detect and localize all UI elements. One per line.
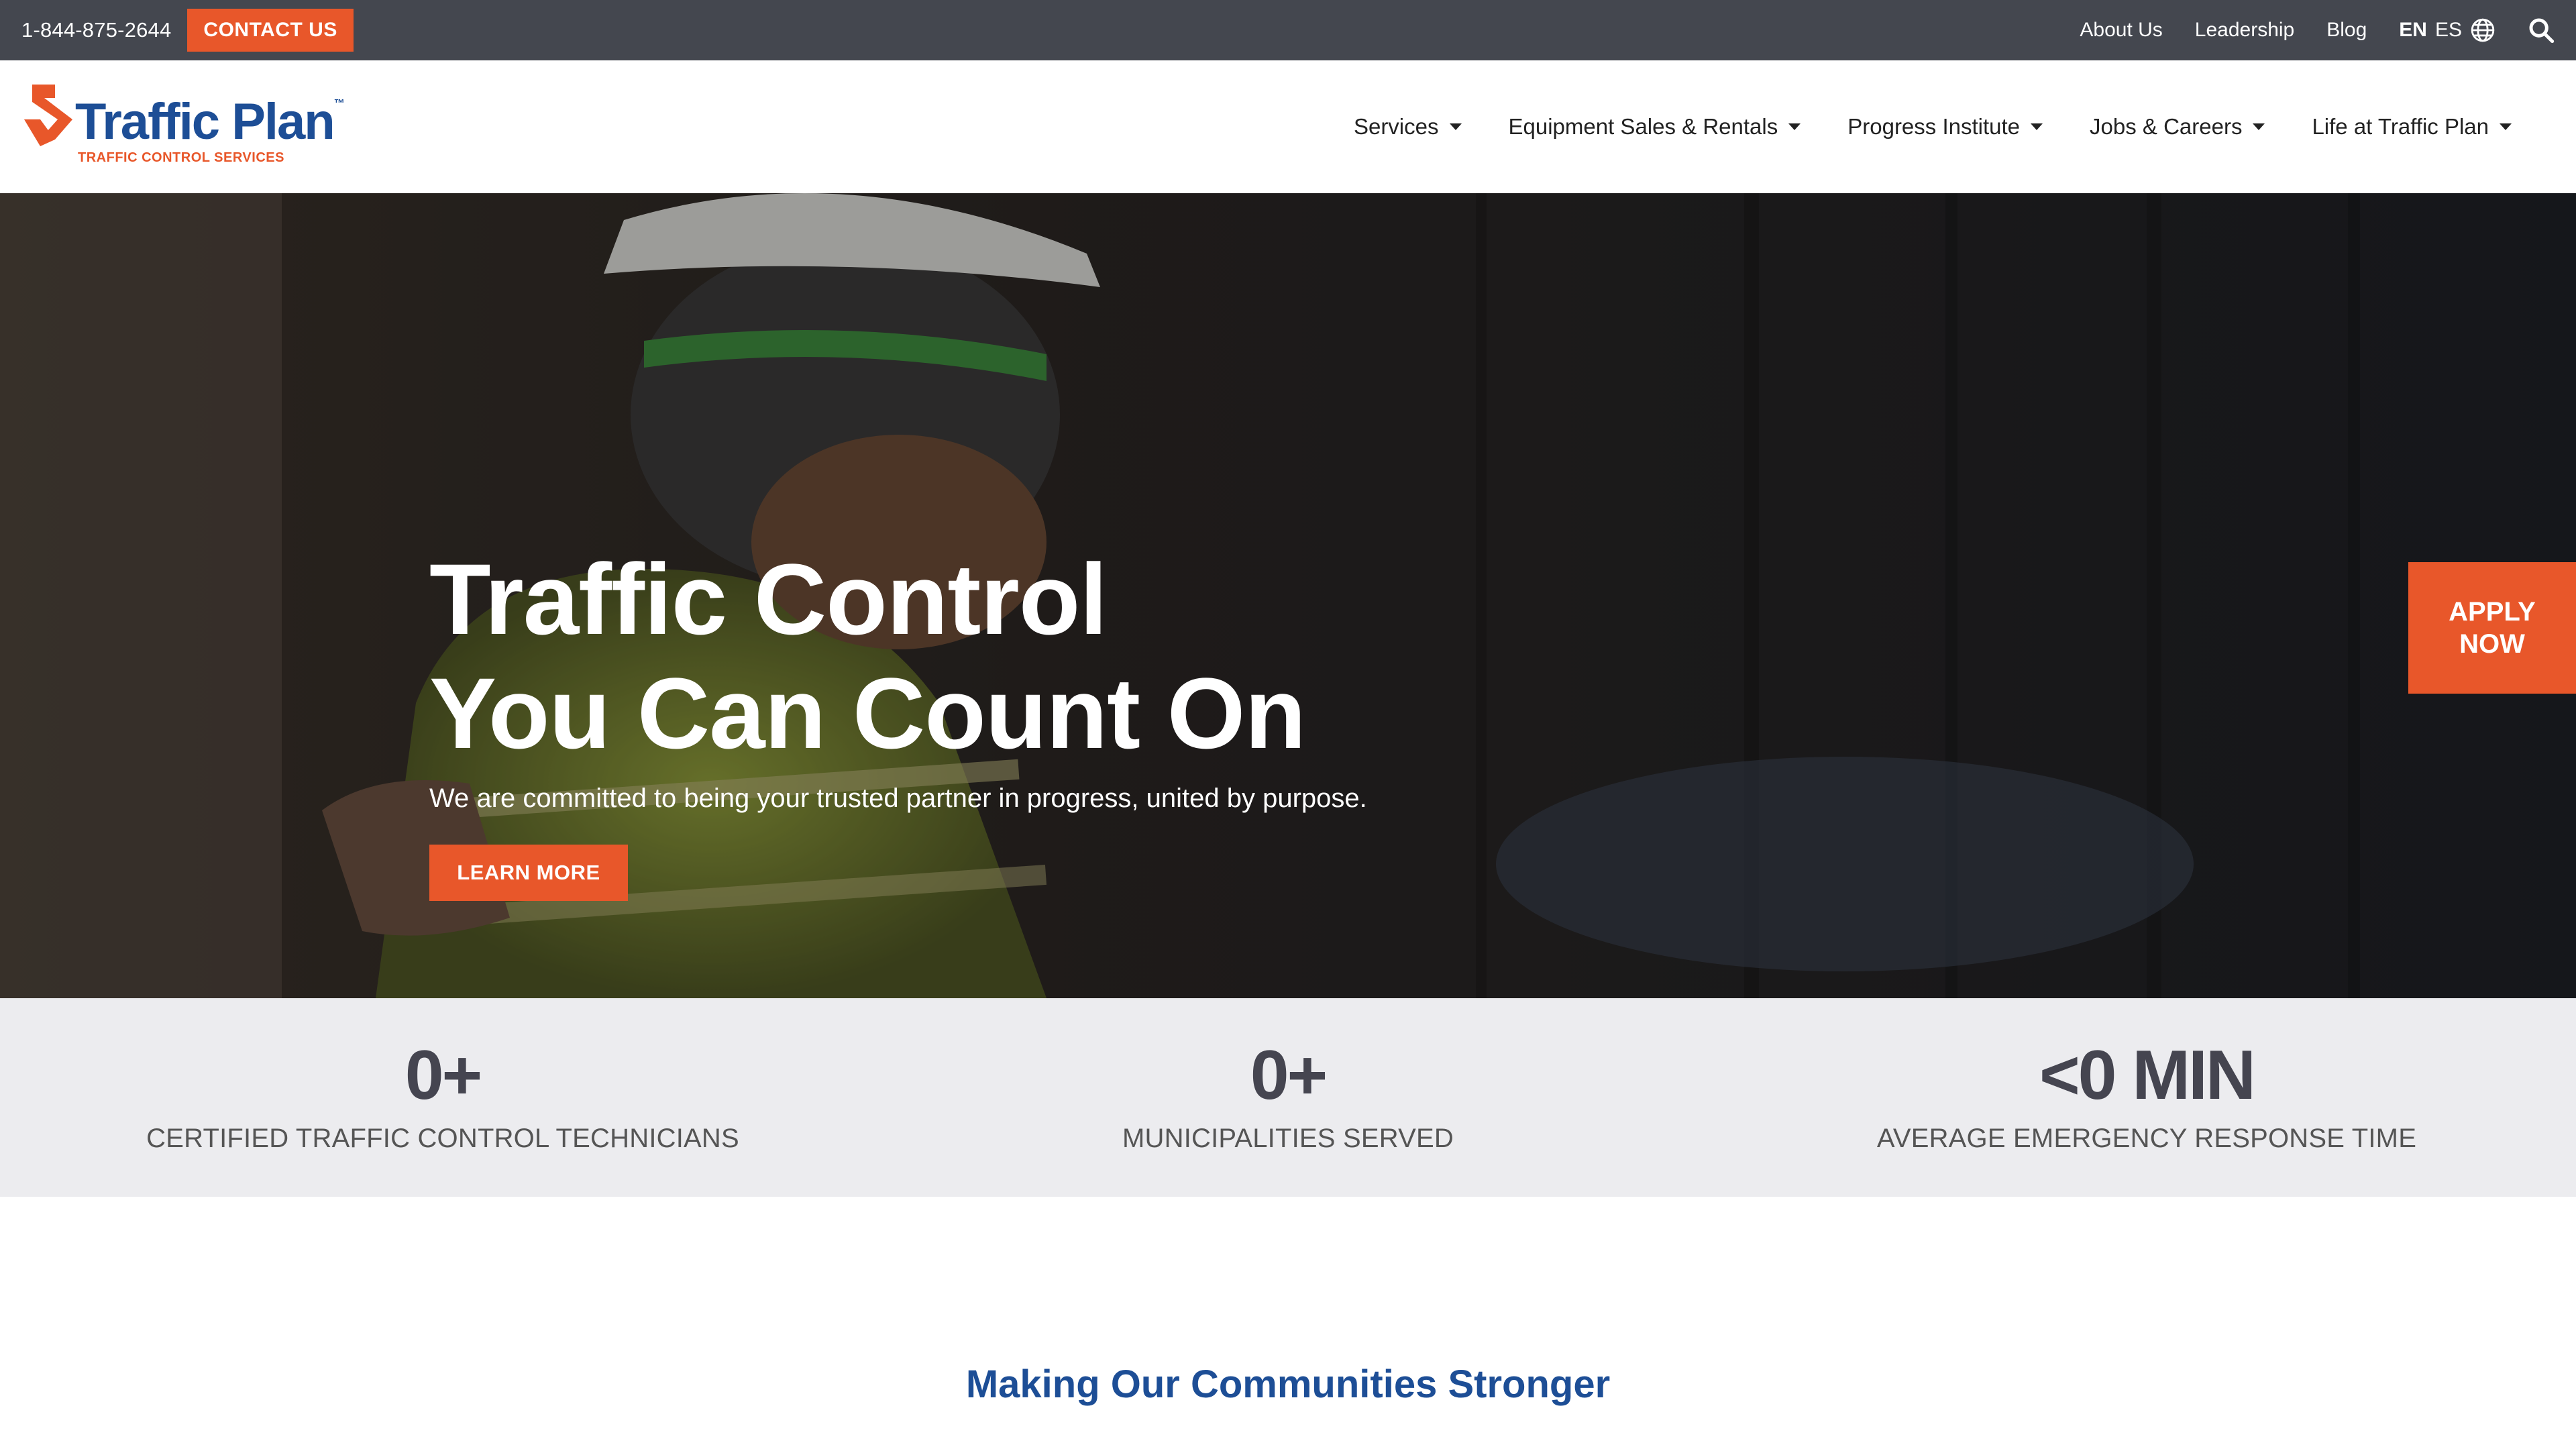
stat-value: 0+ xyxy=(1250,1036,1328,1114)
logo-name: Traffic Plan xyxy=(75,93,335,150)
nav-item-life-at-traffic-plan[interactable]: Life at Traffic Plan xyxy=(2312,114,2512,140)
hero-title-line1: Traffic Control xyxy=(429,543,1108,655)
utility-bar: 1-844-875-2644 CONTACT US About Us Leade… xyxy=(0,0,2576,60)
stat-value: <0 MIN xyxy=(2039,1036,2256,1114)
caret-down-icon xyxy=(1788,123,1801,130)
apply-line1: APPLY xyxy=(2449,597,2536,627)
section-title: Making Our Communities Stronger xyxy=(965,1362,1611,1406)
language-switcher: EN ES xyxy=(2399,17,2496,43)
about-us-link[interactable]: About Us xyxy=(2080,19,2162,42)
globe-icon[interactable] xyxy=(2470,17,2496,43)
nav-item-label: Jobs & Careers xyxy=(2090,114,2243,139)
logo-mark-icon xyxy=(24,85,72,146)
hero-subtitle: We are committed to being your trusted p… xyxy=(429,784,1367,813)
stat-municipalities: 0+ MUNICIPALITIES SERVED xyxy=(859,998,1717,1197)
logo-tagline: TRAFFIC CONTROL SERVICES xyxy=(78,150,284,165)
nav-item-label: Equipment Sales & Rentals xyxy=(1508,114,1778,139)
stat-value: 0+ xyxy=(405,1036,483,1114)
apply-now-button[interactable]: APPLY NOW xyxy=(2408,562,2576,694)
search-icon[interactable] xyxy=(2528,17,2555,44)
logo[interactable]: Traffic Plan™ TRAFFIC CONTROL SERVICES xyxy=(24,83,346,170)
utility-left: 1-844-875-2644 CONTACT US xyxy=(21,9,354,52)
nav-item-label: Life at Traffic Plan xyxy=(2312,114,2489,139)
lang-en-link[interactable]: EN xyxy=(2399,19,2427,42)
nav-item-label: Services xyxy=(1353,114,1439,139)
caret-down-icon xyxy=(2500,123,2512,130)
stat-technicians: 0+ CERTIFIED TRAFFIC CONTROL TECHNICIANS xyxy=(13,998,872,1197)
main-nav: Services Equipment Sales & Rentals Progr… xyxy=(1354,114,2552,140)
apply-line2: NOW xyxy=(2459,629,2525,659)
logo-trademark: ™ xyxy=(333,98,345,109)
main-header: Traffic Plan™ TRAFFIC CONTROL SERVICES S… xyxy=(0,60,2576,193)
hero-section: Traffic Control You Can Count On We are … xyxy=(0,193,2576,998)
stats-band: 0+ CERTIFIED TRAFFIC CONTROL TECHNICIANS… xyxy=(0,998,2576,1197)
caret-down-icon xyxy=(1449,123,1462,130)
hero-content: Traffic Control You Can Count On We are … xyxy=(429,542,1637,901)
logo-wordmark: Traffic Plan™ xyxy=(75,93,345,151)
hero-title-line2: You Can Count On xyxy=(429,657,1306,769)
stat-response-time: <0 MIN AVERAGE EMERGENCY RESPONSE TIME xyxy=(1717,998,2576,1197)
nav-item-label: Progress Institute xyxy=(1847,114,2021,139)
hero-title: Traffic Control You Can Count On xyxy=(429,542,1637,770)
stat-label: AVERAGE EMERGENCY RESPONSE TIME xyxy=(1876,1123,2417,1153)
stat-label: CERTIFIED TRAFFIC CONTROL TECHNICIANS xyxy=(146,1123,739,1153)
contact-us-button[interactable]: CONTACT US xyxy=(187,9,354,52)
nav-item-progress-institute[interactable]: Progress Institute xyxy=(1847,114,2043,140)
lang-es-link[interactable]: ES xyxy=(2435,19,2462,42)
nav-item-jobs-careers[interactable]: Jobs & Careers xyxy=(2090,114,2265,140)
caret-down-icon xyxy=(2031,123,2043,130)
stat-label: MUNICIPALITIES SERVED xyxy=(1122,1123,1454,1153)
leadership-link[interactable]: Leadership xyxy=(2195,19,2294,42)
blog-link[interactable]: Blog xyxy=(2326,19,2367,42)
caret-down-icon xyxy=(2253,123,2265,130)
utility-right: About Us Leadership Blog EN ES xyxy=(2080,17,2555,44)
learn-more-button[interactable]: LEARN MORE xyxy=(429,845,628,901)
nav-item-equipment[interactable]: Equipment Sales & Rentals xyxy=(1509,114,1801,140)
phone-link[interactable]: 1-844-875-2644 xyxy=(21,18,171,42)
nav-item-services[interactable]: Services xyxy=(1354,114,1462,140)
